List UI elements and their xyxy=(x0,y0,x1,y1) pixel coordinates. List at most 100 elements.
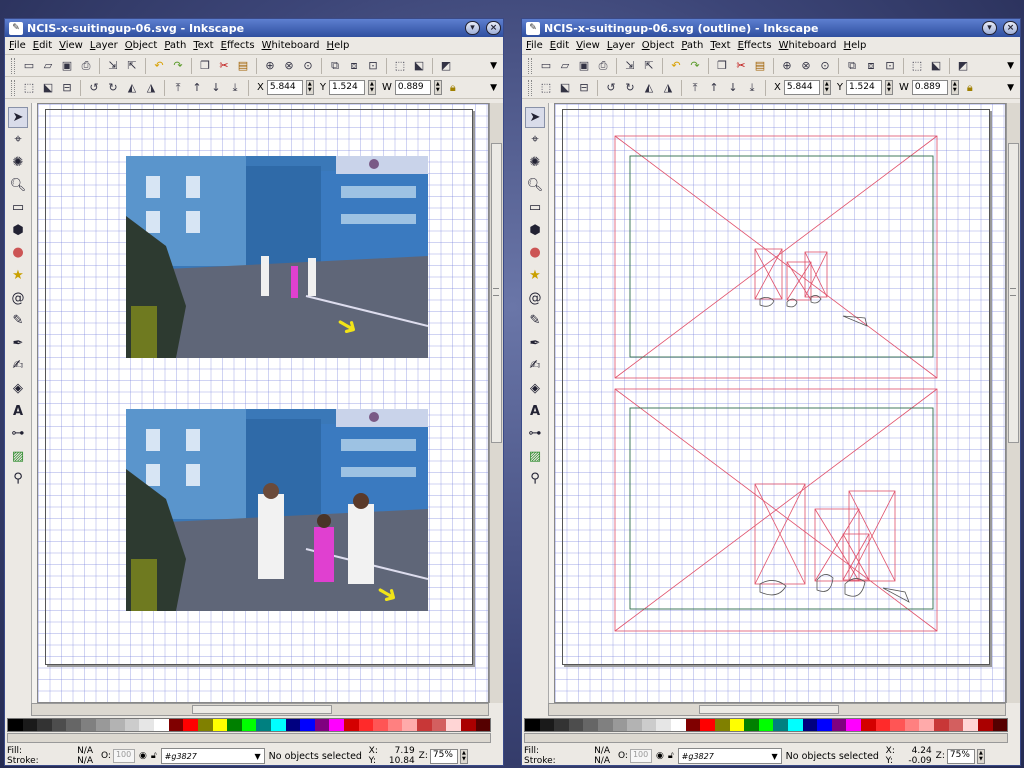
color-swatch[interactable] xyxy=(314,719,330,731)
menu-help[interactable]: Help xyxy=(327,40,350,51)
rotate-ccw-icon[interactable]: ↺ xyxy=(86,80,102,96)
zoom-spinner[interactable]: ▲ ▼ xyxy=(459,748,468,764)
y-spinner[interactable]: ▲ ▼ xyxy=(884,80,893,95)
paint-bucket-tool-icon[interactable]: ◈ xyxy=(525,378,545,399)
close-button[interactable]: × xyxy=(1003,21,1018,35)
print-icon[interactable]: ⎙ xyxy=(78,58,94,74)
zoom-page-icon[interactable]: ⊙ xyxy=(817,58,833,74)
palette-scrollbar[interactable] xyxy=(7,733,491,743)
cut-icon[interactable]: ✂ xyxy=(733,58,749,74)
gradient-tool-icon[interactable]: ▨ xyxy=(525,446,545,467)
layer-visibility-icon[interactable]: ◉ xyxy=(139,751,147,761)
color-swatch[interactable] xyxy=(963,719,978,731)
duplicate-icon[interactable]: ⧉ xyxy=(327,58,343,74)
menu-whiteboard[interactable]: Whiteboard xyxy=(779,40,837,51)
lower-to-bottom-icon[interactable]: ⤓ xyxy=(744,80,760,96)
menu-layer[interactable]: Layer xyxy=(90,40,118,51)
color-swatch[interactable] xyxy=(51,719,67,731)
rectangle-tool-icon[interactable]: ▭ xyxy=(525,197,545,218)
color-swatch[interactable] xyxy=(554,719,569,731)
raise-to-top-icon[interactable]: ⤒ xyxy=(687,80,703,96)
zoom-spinner[interactable]: ▲ ▼ xyxy=(976,748,985,764)
raise-to-top-icon[interactable]: ⤒ xyxy=(170,80,186,96)
undo-icon[interactable]: ↶ xyxy=(151,58,167,74)
color-swatch[interactable] xyxy=(168,719,184,731)
unlink-clone-icon[interactable]: ⊡ xyxy=(882,58,898,74)
zoom-field[interactable]: 75% xyxy=(946,748,975,764)
w-field[interactable]: 0.889 xyxy=(394,80,431,95)
vertical-scrollbar[interactable] xyxy=(489,103,503,703)
menu-path[interactable]: Path xyxy=(164,40,186,51)
paste-icon[interactable]: ▤ xyxy=(752,58,768,74)
undo-icon[interactable]: ↶ xyxy=(668,58,684,74)
color-swatch[interactable] xyxy=(124,719,140,731)
rotate-cw-icon[interactable]: ↻ xyxy=(622,80,638,96)
color-swatch[interactable] xyxy=(700,719,715,731)
import-icon[interactable]: ⇲ xyxy=(105,58,121,74)
flip-vertical-icon[interactable]: ◮ xyxy=(143,80,159,96)
zoom-field[interactable]: 75% xyxy=(429,748,458,764)
fill-stroke-indicator[interactable]: Fill: N/A Stroke: N/A xyxy=(524,746,614,765)
3d-box-tool-icon[interactable]: ⬢ xyxy=(8,220,28,241)
save-icon[interactable]: ▣ xyxy=(59,58,75,74)
color-swatch[interactable] xyxy=(787,719,803,731)
horizontal-scroll-thumb[interactable] xyxy=(192,705,332,714)
x-field[interactable]: 5.844 xyxy=(266,80,303,95)
lower-icon[interactable]: ↓ xyxy=(725,80,741,96)
layer-selector[interactable]: #g3827 ▼ xyxy=(160,748,265,764)
color-swatch[interactable] xyxy=(256,719,271,731)
flip-horizontal-icon[interactable]: ◭ xyxy=(641,80,657,96)
w-field[interactable]: 0.889 xyxy=(911,80,948,95)
gradient-tool-icon[interactable]: ▨ xyxy=(8,446,28,467)
color-swatch[interactable] xyxy=(919,719,935,731)
opacity-field[interactable]: 100 xyxy=(112,749,135,763)
color-swatch[interactable] xyxy=(431,719,447,731)
text-tool-icon[interactable]: A xyxy=(525,401,545,422)
fill-stroke-indicator[interactable]: Fill: N/A Stroke: N/A xyxy=(7,746,97,765)
menu-edit[interactable]: Edit xyxy=(33,40,52,51)
rotate-cw-icon[interactable]: ↻ xyxy=(105,80,121,96)
title-bar[interactable]: ✎ NCIS-x-suitingup-06.svg - Inkscape ▾ × xyxy=(5,19,503,37)
deselect-icon[interactable]: ⊟ xyxy=(59,80,75,96)
text-tool-icon[interactable]: A xyxy=(8,401,28,422)
color-swatch[interactable] xyxy=(904,719,920,731)
menu-effects[interactable]: Effects xyxy=(738,40,772,51)
spiral-tool-icon[interactable]: @ xyxy=(8,288,28,309)
pencil-tool-icon[interactable]: ✎ xyxy=(525,310,545,331)
lower-to-bottom-icon[interactable]: ⤓ xyxy=(227,80,243,96)
calligraphy-tool-icon[interactable]: ✍ xyxy=(525,356,545,377)
color-swatch[interactable] xyxy=(110,719,125,731)
group-icon[interactable]: ⬚ xyxy=(392,58,408,74)
color-swatch[interactable] xyxy=(598,719,613,731)
select-all-layers-icon[interactable]: ⬕ xyxy=(40,80,56,96)
color-swatch[interactable] xyxy=(417,719,432,731)
menu-file[interactable]: File xyxy=(526,40,543,51)
color-swatch[interactable] xyxy=(612,719,628,731)
menu-text[interactable]: Text xyxy=(710,40,730,51)
pencil-tool-icon[interactable]: ✎ xyxy=(8,310,28,331)
color-swatch[interactable] xyxy=(154,719,169,731)
pen-tool-icon[interactable]: ✒ xyxy=(525,333,545,354)
color-swatch[interactable] xyxy=(583,719,599,731)
redo-icon[interactable]: ↷ xyxy=(170,58,186,74)
zoom-selection-icon[interactable]: ⊕ xyxy=(779,58,795,74)
menu-text[interactable]: Text xyxy=(193,40,213,51)
x-field[interactable]: 5.844 xyxy=(783,80,820,95)
canvas[interactable] xyxy=(554,103,1006,703)
clone-icon[interactable]: ⧈ xyxy=(863,58,879,74)
copy-icon[interactable]: ❐ xyxy=(714,58,730,74)
raise-icon[interactable]: ↑ xyxy=(706,80,722,96)
menu-path[interactable]: Path xyxy=(681,40,703,51)
more-tools-icon[interactable]: ▼ xyxy=(490,61,497,71)
spiral-tool-icon[interactable]: @ xyxy=(525,288,545,309)
color-swatch[interactable] xyxy=(744,719,759,731)
lock-icon[interactable]: 🔒︎ xyxy=(962,80,978,96)
color-swatch[interactable] xyxy=(773,719,788,731)
horizontal-scroll-thumb[interactable] xyxy=(699,705,839,714)
export-icon[interactable]: ⇱ xyxy=(124,58,140,74)
color-swatch[interactable] xyxy=(568,719,584,731)
fill-stroke-icon[interactable]: ◩ xyxy=(438,58,454,74)
color-swatch[interactable] xyxy=(539,719,555,731)
toolbar-grip[interactable] xyxy=(11,57,15,74)
star-tool-icon[interactable]: ★ xyxy=(8,265,28,286)
